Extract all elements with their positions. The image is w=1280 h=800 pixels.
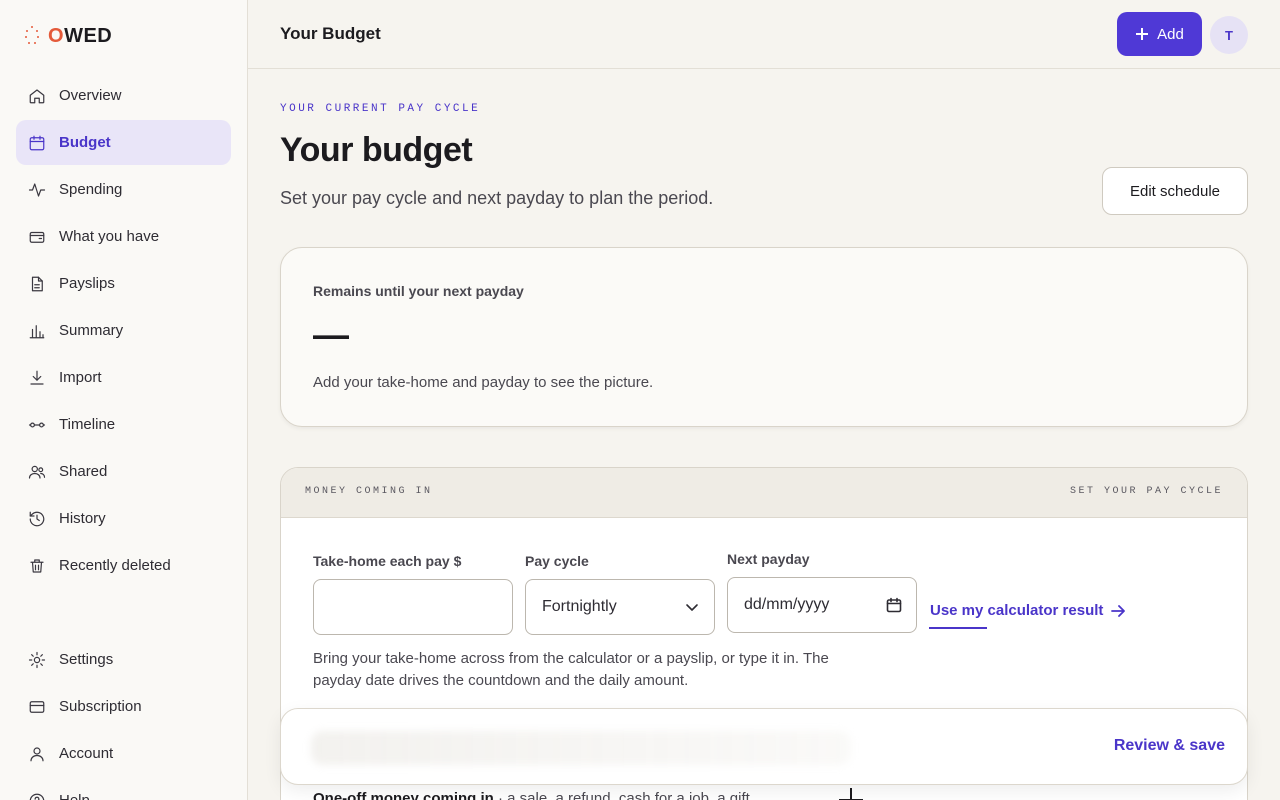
download-icon xyxy=(28,369,46,387)
sidebar-item-label: Summary xyxy=(59,322,124,339)
remains-card: Remains until your next payday — Add you… xyxy=(280,247,1248,427)
help-icon xyxy=(28,792,46,800)
sidebar-item-recently-deleted[interactable]: Recently deleted xyxy=(16,543,231,588)
sidebar-bottom-nav: Settings Subscription Account Help xyxy=(16,637,231,800)
takehome-label: Take-home each pay $ xyxy=(313,553,462,569)
sidebar: OWED Overview Budget Spending What you h… xyxy=(0,0,248,800)
add-one-off-plus-icon[interactable] xyxy=(839,788,863,800)
sidebar-item-spending[interactable]: Spending xyxy=(16,167,231,212)
add-button[interactable]: Add xyxy=(1117,12,1202,56)
calendar-icon[interactable] xyxy=(886,597,902,613)
pulse-icon xyxy=(28,181,46,199)
income-help-text: Bring your take-home across from the cal… xyxy=(313,650,829,689)
sidebar-item-import[interactable]: Import xyxy=(16,355,231,400)
calendar-icon xyxy=(28,134,46,152)
sidebar-item-label: Budget xyxy=(59,134,111,151)
sidebar-item-overview[interactable]: Overview xyxy=(16,73,231,118)
gear-icon xyxy=(28,651,46,669)
calculator-link-label: Use my calculator result xyxy=(930,602,1104,619)
section-eyebrow: YOUR CURRENT PAY CYCLE xyxy=(280,103,481,115)
page-title: Your budget xyxy=(280,131,473,169)
add-button-label: Add xyxy=(1157,25,1184,43)
sidebar-item-budget[interactable]: Budget xyxy=(16,120,231,165)
logo[interactable]: OWED xyxy=(24,24,112,48)
bar-chart-icon xyxy=(28,322,46,340)
sidebar-item-shared[interactable]: Shared xyxy=(16,449,231,494)
one-off-title: One-off money coming in xyxy=(313,790,494,800)
top-bar: Your Budget Add T xyxy=(248,0,1280,69)
takehome-input[interactable] xyxy=(313,579,513,635)
plus-icon xyxy=(1136,28,1149,40)
history-icon xyxy=(28,510,46,528)
user-icon xyxy=(28,745,46,763)
sidebar-item-account[interactable]: Account xyxy=(16,731,231,776)
sidebar-item-label: Help xyxy=(59,792,90,800)
arrow-right-icon xyxy=(1111,604,1126,617)
remains-value: — xyxy=(313,314,349,355)
wallet-icon xyxy=(28,228,46,246)
sidebar-item-help[interactable]: Help xyxy=(16,778,231,800)
logo-mark-icon xyxy=(24,24,40,48)
home-icon xyxy=(28,87,46,105)
avatar[interactable]: T xyxy=(1210,16,1248,54)
users-icon xyxy=(28,463,46,481)
one-off-income-row: One-off money coming in · a sale, a refu… xyxy=(313,790,750,800)
pay-cycle-value: Fortnightly xyxy=(542,598,617,615)
sidebar-item-timeline[interactable]: Timeline xyxy=(16,402,231,447)
timeline-icon xyxy=(28,416,46,434)
sidebar-item-label: Spending xyxy=(59,181,123,198)
use-calculator-link[interactable]: Use my calculator result xyxy=(930,602,1126,619)
trash-icon xyxy=(28,557,46,575)
review-save-button[interactable]: Review & save xyxy=(1114,737,1225,755)
sidebar-item-summary[interactable]: Summary xyxy=(16,308,231,353)
sidebar-item-label: Overview xyxy=(59,87,122,104)
pay-cycle-select[interactable]: Fortnightly xyxy=(525,579,715,635)
next-payday-input[interactable]: dd/mm/yyyy xyxy=(727,577,917,633)
sidebar-item-label: History xyxy=(59,510,106,527)
sidebar-item-label: Subscription xyxy=(59,698,142,715)
sidebar-item-label: Import xyxy=(59,369,102,386)
sidebar-item-what-you-have[interactable]: What you have xyxy=(16,214,231,259)
income-header-hint: SET YOUR PAY CYCLE xyxy=(1069,486,1223,497)
sidebar-item-label: Timeline xyxy=(59,416,116,433)
chevron-down-icon xyxy=(686,604,698,611)
document-icon xyxy=(28,275,46,293)
sidebar-item-payslips[interactable]: Payslips xyxy=(16,261,231,306)
save-bar-blurred-backdrop xyxy=(311,731,851,765)
next-payday-label: Next payday xyxy=(727,551,810,567)
calculator-link-underline xyxy=(929,627,987,629)
edit-schedule-button[interactable]: Edit schedule xyxy=(1102,167,1248,215)
sidebar-nav: Overview Budget Spending What you have P… xyxy=(16,73,231,590)
sidebar-item-subscription[interactable]: Subscription xyxy=(16,684,231,729)
sidebar-item-settings[interactable]: Settings xyxy=(16,637,231,682)
review-save-bar: Review & save xyxy=(280,708,1248,785)
sidebar-item-label: Shared xyxy=(59,463,108,480)
next-payday-placeholder: dd/mm/yyyy xyxy=(744,596,830,613)
sidebar-item-label: Settings xyxy=(59,651,114,668)
sidebar-item-label: Recently deleted xyxy=(59,557,171,574)
one-off-description: · a sale, a refund, cash for a job, a gi… xyxy=(493,790,750,800)
remains-note: Add your take-home and payday to see the… xyxy=(313,374,654,391)
sidebar-item-label: Account xyxy=(59,745,114,762)
logo-text: OWED xyxy=(48,24,113,47)
remains-label: Remains until your next payday xyxy=(313,283,524,299)
header-title: Your Budget xyxy=(280,24,381,43)
sidebar-item-label: Payslips xyxy=(59,275,115,292)
income-header-title: MONEY COMING IN xyxy=(305,486,433,497)
card-icon xyxy=(28,698,46,716)
sidebar-item-label: What you have xyxy=(59,228,160,245)
income-card-header: MONEY COMING IN SET YOUR PAY CYCLE xyxy=(281,468,1247,518)
sidebar-item-history[interactable]: History xyxy=(16,496,231,541)
pay-cycle-label: Pay cycle xyxy=(525,553,589,569)
page-subtitle: Set your pay cycle and next payday to pl… xyxy=(280,188,714,208)
